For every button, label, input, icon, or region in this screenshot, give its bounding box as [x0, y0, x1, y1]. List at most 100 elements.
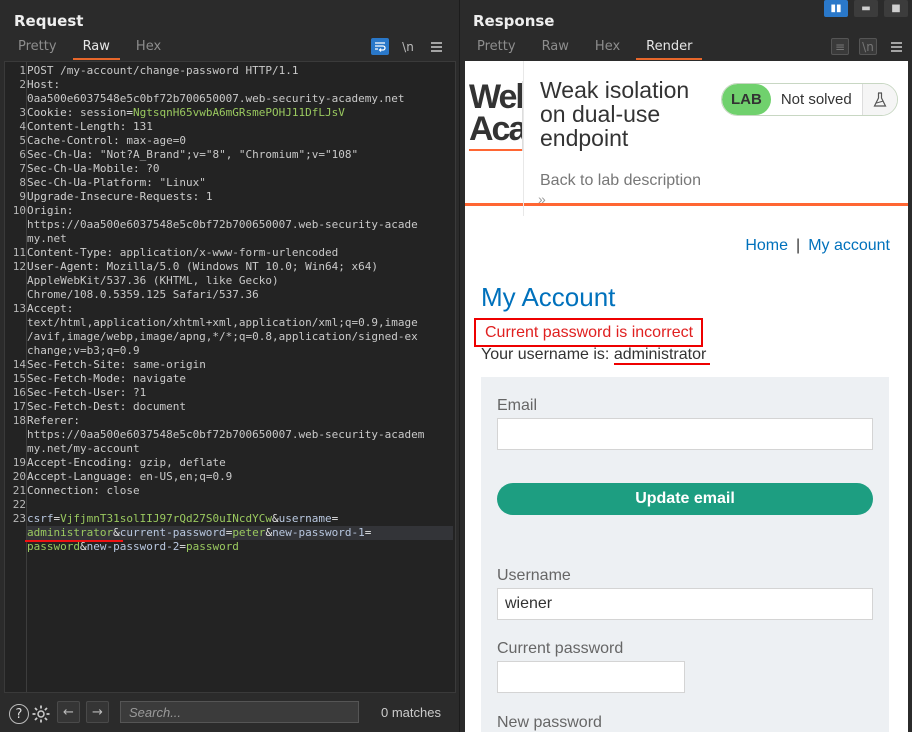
code-line[interactable]: Chrome/108.0.5359.125 Safari/537.36 — [27, 288, 453, 302]
code-token: ?0 — [146, 162, 160, 175]
request-tab-pretty[interactable]: Pretty — [8, 38, 67, 60]
code-line[interactable]: 0aa500e6037548e5c0bf72b700650007.web-sec… — [27, 92, 453, 106]
line-number: 23 — [12, 512, 26, 525]
back-chevron-icon: » — [538, 191, 546, 207]
code-line[interactable]: AppleWebKit/537.36 (KHTML, like Gecko) — [27, 274, 453, 288]
response-tab-hex[interactable]: Hex — [585, 38, 630, 60]
update-email-button[interactable]: Update email — [497, 483, 873, 515]
search-previous-button[interactable]: ← — [57, 701, 80, 723]
newline-toggle-icon[interactable]: \n — [399, 38, 417, 55]
line-number: 7 — [19, 162, 26, 175]
help-icon[interactable]: ? — [9, 704, 29, 724]
code-token: ?1 — [132, 386, 147, 399]
response-pane: ▮▮ ▬ ■ Response Pretty Raw Hex Render ≡ … — [461, 0, 912, 732]
code-line[interactable]: password&new-password-2=password — [27, 540, 453, 554]
email-field[interactable] — [497, 418, 873, 450]
code-token: Sec-Ch-Ua-Mobile: — [27, 162, 147, 175]
code-line[interactable]: my.net — [27, 232, 453, 246]
code-line[interactable]: Sec-Fetch-Mode: navigate — [27, 372, 453, 386]
wrap-lines-icon[interactable]: ≡ — [831, 38, 849, 55]
code-line[interactable] — [27, 498, 453, 512]
layout-toggles: ▮▮ ▬ ■ — [824, 0, 908, 17]
stacked-layout-icon[interactable]: ▬ — [854, 0, 878, 17]
code-token: current-password — [119, 526, 226, 539]
request-tab-hex[interactable]: Hex — [126, 38, 171, 60]
code-line[interactable]: administrator&current-password=peter&new… — [27, 526, 453, 540]
code-line[interactable]: Connection: close — [27, 484, 453, 498]
code-line[interactable]: csrf = VjfjmnT31solIIJ97rQd27S0uINcdYCw&us… — [27, 512, 453, 526]
line-number: 20 — [12, 470, 26, 483]
code-line[interactable]: Content-Type: application/x-www-form-url… — [27, 246, 453, 260]
code-line[interactable]: Sec-Fetch-User: ?1 — [27, 386, 453, 400]
code-token: close — [106, 484, 140, 497]
request-tab-raw[interactable]: Raw — [72, 38, 120, 60]
code-token: User-Agent: — [27, 260, 107, 273]
nav-my-account-link[interactable]: My account — [808, 237, 890, 254]
line-number: 14 — [12, 358, 26, 371]
code-token: https://0aa500e6037548e5c0bf72b700650007… — [27, 218, 418, 231]
line-number: 21 — [12, 484, 26, 497]
code-line[interactable]: Cookie: session=NgtsqnH65vwbA6mGRsmePOHJ… — [27, 106, 453, 120]
code-line[interactable]: Sec-Fetch-Dest: document — [27, 400, 453, 414]
code-line[interactable]: https://0aa500e6037548e5c0bf72b700650007… — [27, 428, 453, 442]
line-number: 11 — [12, 246, 26, 259]
account-forms: Email Update email Username Current pass… — [481, 377, 889, 732]
code-token: change;v=b3;q=0.9 — [27, 344, 140, 357]
code-token: my.net — [27, 232, 67, 245]
tabbed-layout-icon[interactable]: ■ — [884, 0, 908, 17]
code-line[interactable]: Content-Length: 131 — [27, 120, 453, 134]
code-line[interactable]: Referer: — [27, 414, 453, 428]
newline-toggle-icon[interactable]: \n — [859, 38, 877, 55]
settings-gear-icon[interactable] — [31, 704, 51, 724]
code-line[interactable]: Cache-Control: max-age=0 — [27, 134, 453, 148]
code-line[interactable]: Accept-Encoding: gzip, deflate — [27, 456, 453, 470]
code-line[interactable]: Sec-Ch-Ua: "Not?A_Brand";v="8", "Chromiu… — [27, 148, 453, 162]
code-token: peter — [232, 526, 266, 539]
lab-status-widget: LAB Not solved — [721, 83, 898, 116]
code-line[interactable]: Sec-Ch-Ua-Mobile: ?0 — [27, 162, 453, 176]
menu-icon[interactable] — [427, 38, 445, 55]
search-input[interactable] — [120, 701, 359, 723]
response-toolbar: ≡ \n — [831, 38, 905, 55]
side-by-side-layout-icon[interactable]: ▮▮ — [824, 0, 848, 17]
code-line[interactable]: /avif,image/webp,image/apng,*/*;q=0.8,ap… — [27, 330, 453, 344]
code-line[interactable]: Accept-Language: en-US,en;q=0.9 — [27, 470, 453, 484]
menu-icon[interactable] — [887, 38, 905, 55]
search-next-button[interactable]: → — [86, 701, 109, 723]
code-line[interactable]: POST /my-account/change-password HTTP/1.… — [27, 64, 453, 78]
code-line[interactable]: User-Agent: Mozilla/5.0 (Windows NT 10.0… — [27, 260, 453, 274]
code-line[interactable]: my.net/my-account — [27, 442, 453, 456]
code-line[interactable]: Accept: — [27, 302, 453, 316]
response-tab-raw[interactable]: Raw — [532, 38, 579, 60]
code-line[interactable]: Sec-Fetch-Site: same-origin — [27, 358, 453, 372]
request-footer: ? ← → 0 matches — [0, 696, 460, 732]
new-password-label: New password — [497, 714, 602, 731]
code-line[interactable]: text/html,application/xhtml+xml,applicat… — [27, 316, 453, 330]
code-token: Sec-Ch-Ua: — [27, 148, 100, 161]
request-editor[interactable]: 1 2 3 4 5 6 7 8 9 10 11 12 13 14 15 16 17 18 19 20 21 22 23 PO… — [4, 61, 456, 693]
code-line[interactable]: Upgrade-Insecure-Requests: 1 — [27, 190, 453, 204]
code-line[interactable]: https://0aa500e6037548e5c0bf72b700650007… — [27, 218, 453, 232]
back-to-lab-link[interactable]: Back to lab description — [540, 172, 701, 190]
code-token: = — [126, 106, 133, 119]
request-pane: Request Pretty Raw Hex \n 1 2 3 4 5 6 7 8 9 10 11 1… — [0, 0, 460, 732]
page-title: My Account — [481, 282, 616, 312]
academy-logo: WebAca — [469, 81, 523, 151]
username-display: Your username is: administrator — [481, 346, 706, 364]
response-title: Response — [473, 12, 555, 30]
code-line[interactable]: change;v=b3;q=0.9 — [27, 344, 453, 358]
line-number: 6 — [19, 148, 26, 161]
username-field[interactable] — [497, 588, 873, 620]
code-line[interactable]: Sec-Ch-Ua-Platform: "Linux" — [27, 176, 453, 190]
wrap-lines-icon[interactable] — [371, 38, 389, 55]
code-line[interactable]: Origin: — [27, 204, 453, 218]
current-password-field[interactable] — [497, 661, 685, 693]
code-token: https://0aa500e6037548e5c0bf72b700650007… — [27, 428, 425, 441]
code-token: AppleWebKit/537.36 (KHTML, like Gecko) — [27, 274, 279, 287]
username-value-underline — [25, 540, 123, 542]
response-tab-render[interactable]: Render — [636, 38, 703, 60]
line-number: 12 — [12, 260, 26, 273]
code-line[interactable]: Host: — [27, 78, 453, 92]
nav-home-link[interactable]: Home — [745, 237, 788, 254]
response-tab-pretty[interactable]: Pretty — [467, 38, 526, 60]
